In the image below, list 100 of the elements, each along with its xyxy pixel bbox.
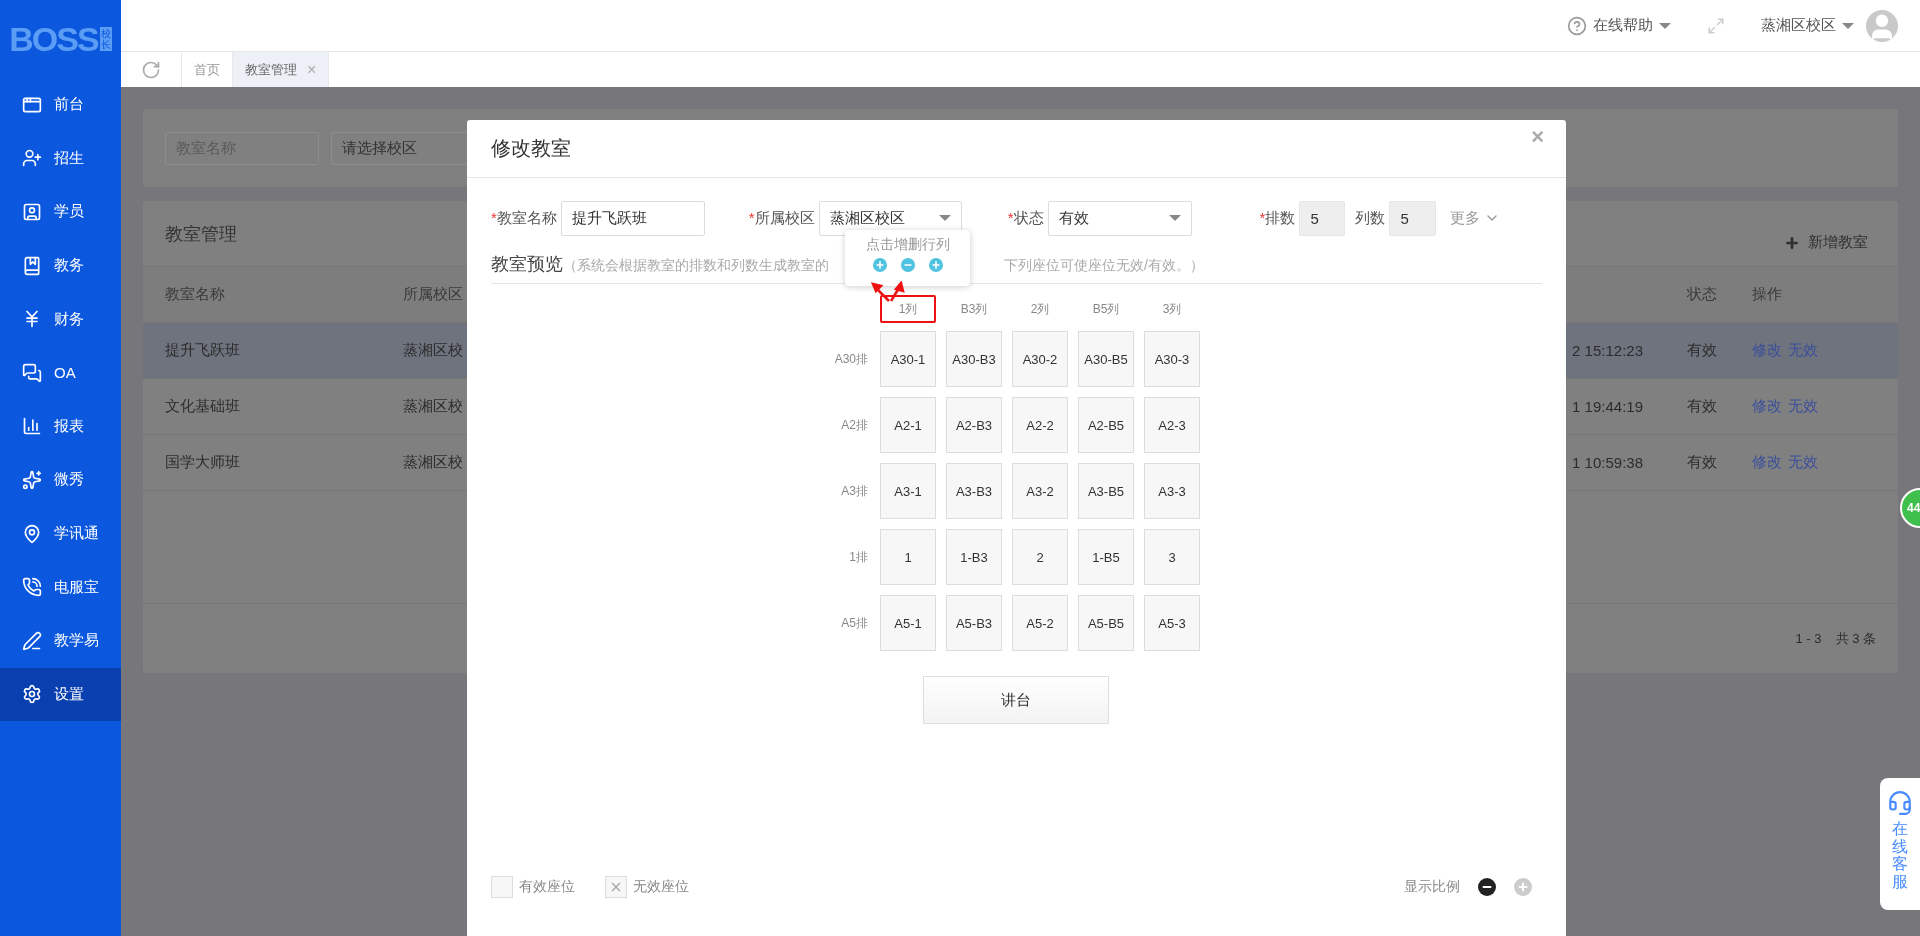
caret-icon [938, 215, 951, 221]
total-count: 共 3 条 [1835, 629, 1876, 648]
row-label[interactable]: A30排 [828, 350, 868, 368]
refresh-icon[interactable] [141, 59, 161, 80]
number-field[interactable]: 5 [1299, 200, 1346, 236]
sidebar-item[interactable]: 招生 [0, 131, 121, 186]
seat[interactable]: A2-1 [880, 397, 936, 453]
pen-icon [22, 630, 42, 651]
table-cell: 有效 [1687, 341, 1717, 360]
column-label[interactable]: 1列 [880, 295, 936, 323]
book-icon [22, 255, 42, 276]
plus-icon [1517, 881, 1529, 893]
settings-icon [22, 684, 42, 705]
sidebar-item[interactable]: 学员 [0, 185, 121, 239]
seat[interactable]: 1 [880, 529, 936, 585]
add-button[interactable]: 新增教室 [1784, 233, 1876, 252]
seat[interactable]: 1-B5 [1078, 529, 1134, 585]
column-header: 状态 [1687, 285, 1717, 304]
dialog-title: 修改教室 [491, 136, 571, 161]
section-title: 教室预览 [491, 253, 563, 276]
sidebar-item[interactable]: 设置 [0, 667, 121, 722]
seat[interactable]: A5-2 [1012, 595, 1068, 651]
number-field[interactable]: 5 [1389, 200, 1437, 236]
help-menu[interactable]: 在线帮助 [1567, 15, 1671, 36]
seat[interactable]: A5-3 [1144, 595, 1200, 651]
seat[interactable]: A30-3 [1144, 331, 1200, 387]
fullscreen-icon[interactable] [1707, 16, 1725, 35]
table-cell-text: 国学大师班 [164, 453, 241, 472]
sidebar-item[interactable]: 学讯通 [0, 506, 121, 561]
headset-icon [1887, 790, 1913, 816]
seat[interactable]: A3-1 [880, 463, 936, 519]
seat[interactable]: A30-1 [880, 331, 936, 387]
logo: BOSS [9, 19, 98, 59]
sidebar-item[interactable]: 前台 [0, 78, 121, 132]
caret-icon [1168, 215, 1181, 221]
row-label[interactable]: 1排 [828, 548, 868, 566]
sidebar-item[interactable]: OA [0, 345, 121, 400]
seat[interactable]: A2-B5 [1078, 397, 1134, 453]
service-widget[interactable]: 在线客服 [1880, 778, 1920, 910]
column-label[interactable]: B3列 [946, 295, 1002, 323]
zoom-out-button[interactable] [1478, 878, 1496, 896]
seat[interactable]: A3-2 [1012, 463, 1068, 519]
tooltip-text: 点击增删行列 [865, 236, 950, 254]
column-label[interactable]: 2列 [1012, 295, 1068, 323]
seat[interactable]: A3-B5 [1078, 463, 1134, 519]
row-label[interactable]: A3排 [828, 482, 868, 500]
seat[interactable]: A3-3 [1144, 463, 1200, 519]
seat[interactable]: A5-B3 [946, 595, 1002, 651]
table-cell: 有效 [1687, 453, 1717, 472]
field-label: *状态 [1007, 208, 1044, 228]
seat[interactable]: A2-3 [1144, 397, 1200, 453]
column-header: 教室名称 [164, 285, 226, 304]
field-label: *教室名称 [491, 208, 557, 228]
page-range: 1 - 3 [1795, 631, 1822, 646]
add-icon[interactable] [872, 258, 887, 272]
avatar[interactable] [1866, 9, 1898, 42]
remove-icon[interactable] [900, 258, 915, 272]
sidebar-item[interactable]: 教学易 [0, 613, 121, 668]
sidebar-item[interactable]: 教务 [0, 238, 121, 293]
page-tab[interactable]: 教室管理 × [233, 52, 330, 87]
column-label[interactable]: 3列 [1144, 295, 1200, 323]
caret-icon [1842, 22, 1854, 29]
seat[interactable]: A5-1 [880, 595, 936, 651]
row-label[interactable]: A2排 [828, 416, 868, 434]
select-field[interactable]: 有效 [1047, 200, 1192, 236]
seat[interactable]: 1-B3 [946, 529, 1002, 585]
table-cell: 蒸湘区校 [403, 397, 463, 416]
seat[interactable]: A3-B3 [946, 463, 1002, 519]
sidebar-item[interactable]: 微秀 [0, 453, 121, 507]
zoom-label: 显示比例 [1404, 878, 1460, 896]
phone-icon [22, 577, 42, 598]
seat[interactable]: 3 [1144, 529, 1200, 585]
campus-menu[interactable]: 蒸湘区校区 [1761, 16, 1854, 35]
plus-icon [1784, 234, 1800, 251]
sidebar-item[interactable]: 电服宝 [0, 560, 121, 614]
hint-text: （系统会根据教室的排数和列数生成教室的 [563, 257, 829, 275]
table-cell: 2 15:12:23 [1572, 342, 1643, 359]
seat[interactable]: A2-B3 [946, 397, 1002, 453]
legend-item: 有效座位 [491, 876, 575, 898]
user-card-icon [22, 202, 42, 222]
column-label[interactable]: B5列 [1078, 295, 1134, 323]
table-cell-text: 提升飞跃班 [164, 341, 241, 360]
row-label[interactable]: A5排 [828, 614, 868, 632]
field-label: 列数 [1355, 208, 1386, 228]
text-field[interactable]: 提升飞跃班 [560, 200, 705, 236]
seat[interactable]: A30-2 [1012, 331, 1068, 387]
seat[interactable]: A5-B5 [1078, 595, 1134, 651]
chat-icon [22, 362, 42, 383]
bar-chart-icon [22, 416, 42, 437]
sidebar-item[interactable]: 报表 [0, 399, 121, 454]
column-header: 所属校区 [403, 285, 463, 304]
sidebar-item[interactable]: 财务 [0, 292, 121, 346]
seat[interactable]: 2 [1012, 529, 1068, 585]
sparkles-icon [22, 469, 42, 490]
seat[interactable]: A2-2 [1012, 397, 1068, 453]
seat[interactable]: A30-B5 [1078, 331, 1134, 387]
add-icon[interactable] [928, 258, 943, 272]
seat[interactable]: A30-B3 [946, 331, 1002, 387]
table-cell: 有效 [1687, 397, 1717, 416]
table-cell: 蒸湘区校 [403, 341, 463, 360]
